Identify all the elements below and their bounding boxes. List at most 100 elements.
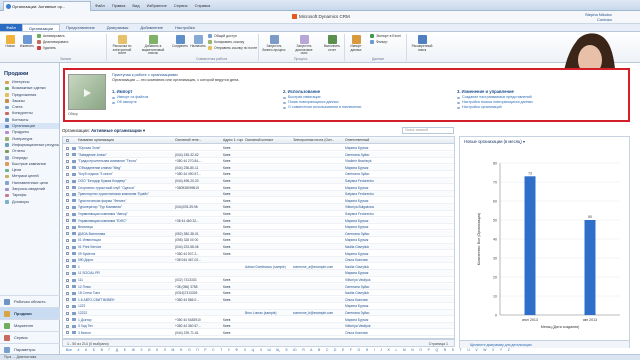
table-cell[interactable]: Viktoriya Bulgakova: [345, 204, 405, 210]
copy-link-button[interactable]: Копировать ссылку: [208, 40, 244, 45]
new-button[interactable]: Новая: [2, 35, 18, 49]
table-row[interactable]: 12 Плюс +38 (056) 3758 Киев Светлана Зуйко: [63, 283, 454, 290]
tab-view[interactable]: Представление: [60, 24, 101, 31]
table-row[interactable]: "Заведение Алекс" (044) 245-32-62 Киев Свет…: [63, 151, 454, 158]
alphabet-filter-letter[interactable]: О: [188, 347, 191, 354]
row-checkbox[interactable]: [66, 318, 69, 322]
row-checkbox[interactable]: [66, 291, 69, 295]
table-cell[interactable]: Марина Бурчик: [345, 270, 405, 276]
add-to-marketing-list-button[interactable]: Добавить в маркетинговый список: [140, 35, 166, 56]
alphabet-filter-letter[interactable]: P: [428, 347, 430, 354]
edit-button[interactable]: Изменить: [19, 35, 35, 49]
table-cell[interactable]: Управляющая компания "Авеор": [78, 211, 173, 217]
alphabet-filter-letter[interactable]: С: [212, 347, 214, 354]
column-header[interactable]: Адрес 1: город: [223, 137, 243, 144]
table-cell[interactable]: Viktoriya Vasilyuk: [345, 323, 405, 329]
alphabet-filter-letter[interactable]: Ц: [252, 347, 255, 354]
table-row[interactable]: "Объединение клиник "Мед" (044) 236-80-11…: [63, 164, 454, 172]
alphabet-filter-letter[interactable]: Ч: [260, 347, 262, 354]
menu-favorites[interactable]: Избранное: [147, 2, 167, 10]
alphabet-filter-letter[interactable]: D: [334, 347, 336, 354]
column-header[interactable]: Название организации: [78, 137, 173, 144]
alphabet-filter-letter[interactable]: Р: [204, 347, 206, 354]
table-cell[interactable]: 111: [78, 277, 173, 283]
table-cell[interactable]: Марина Бурчик: [345, 145, 405, 151]
column-header[interactable]: Основной теле...: [175, 137, 221, 144]
alphabet-filter-letter[interactable]: П: [196, 347, 198, 354]
alphabet-filter-letter[interactable]: Д: [116, 347, 118, 354]
tab-add[interactable]: Добавление: [134, 24, 169, 31]
filter-button[interactable]: Фильтр: [370, 40, 387, 45]
table-cell[interactable]: Ольга Козлова: [345, 297, 405, 303]
alphabet-filter-letter[interactable]: К: [156, 347, 158, 354]
row-checkbox[interactable]: [66, 179, 69, 183]
search-input[interactable]: Поиск записей: [402, 127, 454, 134]
table-cell[interactable]: Спортивно-туристский клуб "Одесса": [78, 185, 173, 191]
column-header[interactable]: Электронная почта (Осн...: [293, 137, 343, 144]
row-checkbox[interactable]: [66, 331, 69, 335]
table-cell[interactable]: Туристическая фирма "Фелиес": [78, 198, 173, 204]
table-row[interactable]: 01 Print Service (044) 223-58-06 Киев Nadii…: [63, 244, 454, 251]
table-cell[interactable]: Марина Бурчик: [345, 251, 405, 257]
import-data-button[interactable]: Импорт данных: [346, 35, 366, 52]
table-row[interactable]: Веселица Киев Марина Бурчик: [63, 224, 454, 231]
table-cell[interactable]: Марина Бурчик: [345, 198, 405, 204]
alphabet-filter-letter[interactable]: K: [388, 347, 390, 354]
table-cell[interactable]: Brun Lomax (sample): [245, 310, 291, 316]
alphabet-filter-letter[interactable]: Э: [285, 347, 287, 354]
table-cell[interactable]: Транспортно-туристическая компания "Брай…: [78, 191, 173, 197]
table-cell[interactable]: "Градостроительная компания "Тесла": [78, 158, 173, 164]
table-cell[interactable]: Марина Бурчик: [345, 303, 405, 309]
menu-tools[interactable]: Сервис: [174, 2, 188, 10]
chevron-down-icon[interactable]: ▾: [143, 128, 145, 133]
workplace-area-item[interactable]: Продажи: [0, 307, 60, 319]
row-checkbox[interactable]: [66, 232, 69, 236]
table-row[interactable]: 01 Инвестиции (098) 328 00 00 Киев Марина Б…: [63, 237, 454, 244]
table-row[interactable]: "Градостроительная компания "Тесла" +380 …: [63, 158, 454, 165]
table-cell[interactable]: Марина Бурчик: [345, 317, 405, 323]
table-cell[interactable]: ДМОА Вселенная: [78, 231, 173, 237]
table-row[interactable]: 1222 Марина Бурчик: [63, 303, 454, 310]
alphabet-filter-letter[interactable]: E: [342, 347, 344, 354]
row-checkbox[interactable]: [66, 278, 69, 282]
table-row[interactable]: ООО "Бегодор Бумаж Кондеер" (044) 496-20-…: [63, 178, 454, 185]
table-row[interactable]: 090 Дорог +38 044 467-02... Ольга Козлова: [63, 257, 454, 264]
table-cell[interactable]: Марина Бурчик: [345, 185, 405, 191]
chart-drilldown-link[interactable]: Щелкните диаграмму для детализации: [460, 340, 629, 348]
alphabet-filter-letter[interactable]: O: [419, 347, 422, 354]
alphabet-filter-letter[interactable]: И: [148, 347, 150, 354]
table-cell[interactable]: 09 Systems: [78, 251, 173, 257]
alphabet-filter-letter[interactable]: Все: [66, 347, 72, 354]
alphabet-filter-letter[interactable]: Щ: [276, 347, 279, 354]
row-checkbox[interactable]: [66, 153, 69, 157]
alphabet-filter-letter[interactable]: G: [357, 347, 360, 354]
send-email-button[interactable]: Рассылка по электронной почте: [110, 35, 134, 56]
row-checkbox[interactable]: [66, 205, 69, 209]
table-cell[interactable]: 1222: [78, 303, 173, 309]
table-row[interactable]: 1.6 АВТО-СВИТ ВИВЕН +380 44 586 0... Киев О…: [63, 296, 454, 304]
tab-customize[interactable]: Настройка: [169, 24, 201, 31]
table-row[interactable]: 09 Systems +380 44 507-2... Киев Марина Бур…: [63, 251, 454, 257]
user-info[interactable]: Stepha Nikolov Contoso: [585, 12, 612, 22]
workplace-area-item[interactable]: Рабочая область: [0, 295, 60, 307]
workplace-area-item[interactable]: Сервис: [0, 331, 60, 343]
alphabet-filter-letter[interactable]: Ф: [236, 347, 239, 354]
select-all-checkbox[interactable]: [66, 138, 69, 142]
table-cell[interactable]: Светлана Зуйко: [345, 152, 405, 158]
alphabet-filter-letter[interactable]: #: [77, 347, 79, 354]
row-checkbox[interactable]: [66, 298, 69, 302]
alphabet-filter-letter[interactable]: C: [326, 347, 328, 354]
alphabet-filter-letter[interactable]: Н: [180, 347, 182, 354]
row-checkbox[interactable]: [66, 146, 69, 150]
row-checkbox[interactable]: [66, 199, 69, 203]
share-button[interactable]: Общий доступ: [208, 34, 237, 39]
table-cell[interactable]: Satyana Fedorenko: [345, 178, 405, 184]
alphabet-filter-letter[interactable]: В: [101, 347, 103, 354]
overview-video-thumbnail[interactable]: [68, 74, 106, 110]
workplace-area-item[interactable]: Маркетинг: [0, 319, 60, 331]
table-row[interactable]: "Клуб отдыха "3 сезон" +380 44 490-57... К…: [63, 171, 454, 178]
alphabet-filter-letter[interactable]: L: [395, 347, 397, 354]
table-cell[interactable]: 01 Инвестиции: [78, 237, 173, 243]
alphabet-filter-letter[interactable]: Q: [436, 347, 439, 354]
table-cell[interactable]: 12222: [78, 310, 173, 316]
